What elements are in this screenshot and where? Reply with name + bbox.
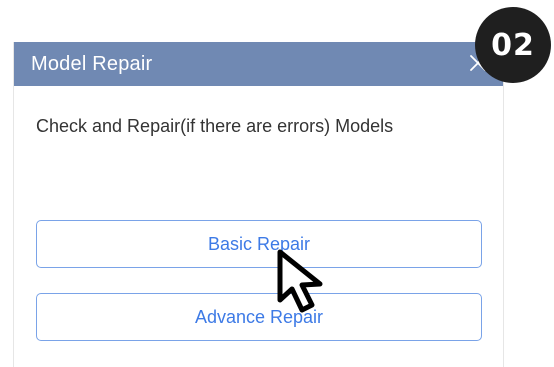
advance-repair-button[interactable]: Advance Repair: [36, 293, 482, 341]
model-repair-dialog: Model Repair Check and Repair(if there a…: [13, 42, 504, 367]
page: Model Repair Check and Repair(if there a…: [0, 0, 554, 367]
basic-repair-button[interactable]: Basic Repair: [36, 220, 482, 268]
dialog-titlebar: Model Repair: [14, 42, 503, 86]
step-badge: 02: [475, 7, 551, 83]
mouse-pointer-icon: [277, 249, 323, 313]
dialog-title: Model Repair: [31, 52, 153, 75]
dialog-description: Check and Repair(if there are errors) Mo…: [36, 116, 394, 136]
